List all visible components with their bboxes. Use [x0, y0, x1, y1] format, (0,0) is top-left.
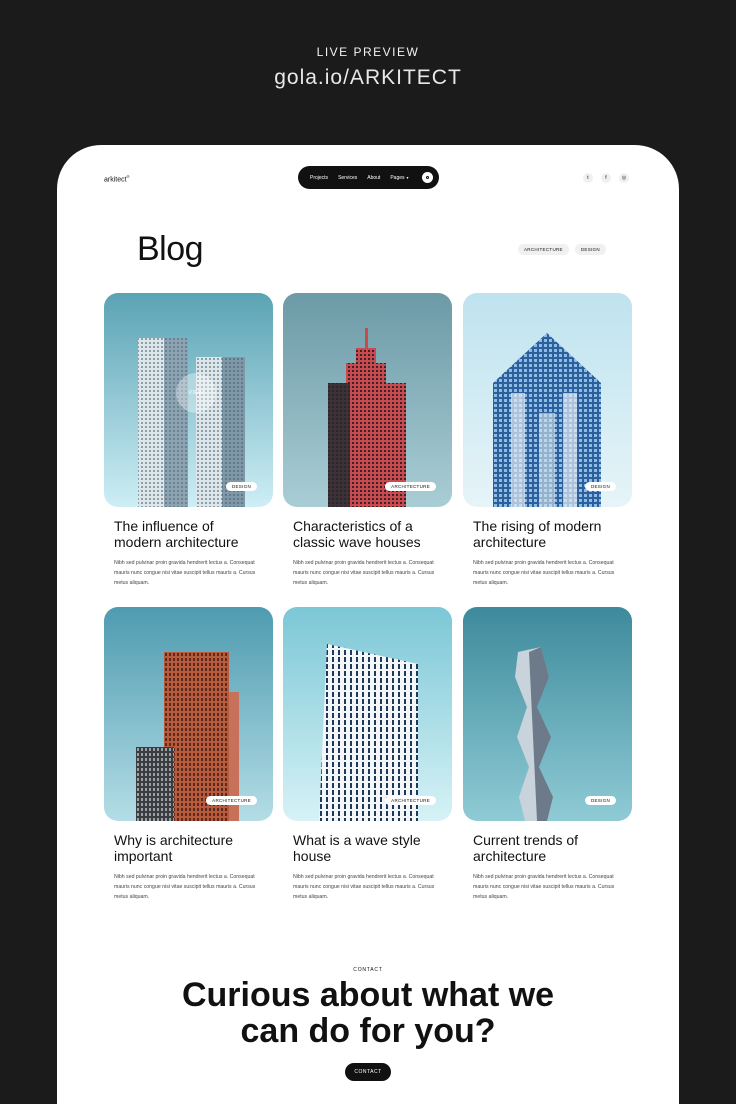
post-tag[interactable]: DESIGN [584, 796, 616, 805]
post-image[interactable]: ARCHITECTURE [104, 607, 273, 821]
post-title[interactable]: Characteristics of a classic wave houses [293, 518, 442, 550]
post-tag[interactable]: ARCHITECTURE [385, 482, 436, 491]
facebook-icon[interactable]: f [601, 173, 611, 183]
filter-design[interactable]: DESIGN [574, 244, 606, 255]
post-excerpt: Nibh sed pulvinar proin gravida hendreri… [114, 560, 256, 587]
post-excerpt: Nibh sed pulvinar proin gravida hendreri… [473, 874, 615, 901]
dot-icon [426, 176, 429, 179]
post-title[interactable]: Current trends of architecture [473, 832, 622, 864]
post-title[interactable]: Why is architecture important [114, 832, 263, 864]
social-links: t f ◎ [583, 173, 629, 183]
contact-heading-line-2: can do for you? [240, 1012, 496, 1050]
post-image[interactable]: ARCHITECTURE [283, 293, 452, 507]
post-tag[interactable]: ARCHITECTURE [206, 796, 257, 805]
blog-card[interactable]: ARCHITECTURE Characteristics of a classi… [283, 293, 452, 589]
live-preview-url[interactable]: gola.io/ARKITECT [0, 66, 736, 90]
browser-frame: arkitect® Projects Services About Pages ▾… [57, 145, 679, 1104]
post-title[interactable]: The influence of modern architecture [114, 518, 263, 550]
post-tag[interactable]: DESIGN [225, 482, 257, 491]
post-image[interactable]: ARCHITECTURE [283, 607, 452, 821]
main-nav: Projects Services About Pages ▾ [298, 166, 439, 189]
contact-heading: Curious about what we can do for you? [57, 977, 679, 1049]
post-excerpt: Nibh sed pulvinar proin gravida hendreri… [473, 560, 615, 587]
post-title[interactable]: The rising of modern architecture [473, 518, 622, 550]
contact-button[interactable]: CONTACT [345, 1063, 391, 1081]
nav-pages-label: Pages [390, 174, 405, 181]
blog-card[interactable]: ARCHITECTURE Why is architecture importa… [104, 607, 273, 903]
post-image[interactable]: DESIGN [463, 293, 632, 507]
instagram-icon[interactable]: ◎ [619, 173, 629, 183]
blog-card[interactable]: DESIGN The rising of modern architecture… [463, 293, 632, 589]
logo-text: arkitect [104, 176, 127, 184]
view-hover-button[interactable]: VIEW [176, 373, 216, 413]
live-preview-label: LIVE PREVIEW [316, 45, 420, 59]
nav-services[interactable]: Services [338, 175, 357, 181]
nav-pages-dropdown[interactable]: Pages ▾ [390, 175, 408, 181]
post-tag[interactable]: DESIGN [584, 482, 616, 491]
contact-heading-line-1: Curious about what we [181, 976, 555, 1014]
category-filters: ARCHITECTURE DESIGN [518, 244, 606, 255]
blog-card[interactable]: ARCHITECTURE What is a wave style house … [283, 607, 452, 903]
post-excerpt: Nibh sed pulvinar proin gravida hendreri… [293, 874, 435, 901]
filter-architecture[interactable]: ARCHITECTURE [518, 244, 569, 255]
post-title[interactable]: What is a wave style house [293, 832, 442, 864]
site-logo[interactable]: arkitect® [104, 174, 130, 183]
nav-action-button[interactable] [422, 172, 433, 183]
post-tag[interactable]: ARCHITECTURE [385, 796, 436, 805]
post-image[interactable]: DESIGN [463, 607, 632, 821]
post-excerpt: Nibh sed pulvinar proin gravida hendreri… [114, 874, 256, 901]
nav-projects[interactable]: Projects [310, 175, 328, 181]
contact-eyebrow: CONTACT [353, 967, 383, 973]
post-excerpt: Nibh sed pulvinar proin gravida hendreri… [293, 560, 435, 587]
page-title: Blog [137, 230, 204, 268]
chevron-down-icon: ▾ [406, 175, 409, 180]
twitter-icon[interactable]: t [583, 173, 593, 183]
blog-card[interactable]: VIEW DESIGN The influence of modern arch… [104, 293, 273, 589]
post-image[interactable]: VIEW DESIGN [104, 293, 273, 507]
blog-card[interactable]: DESIGN Current trends of architecture Ni… [463, 607, 632, 903]
nav-about[interactable]: About [367, 175, 380, 181]
logo-mark: ® [126, 174, 130, 179]
